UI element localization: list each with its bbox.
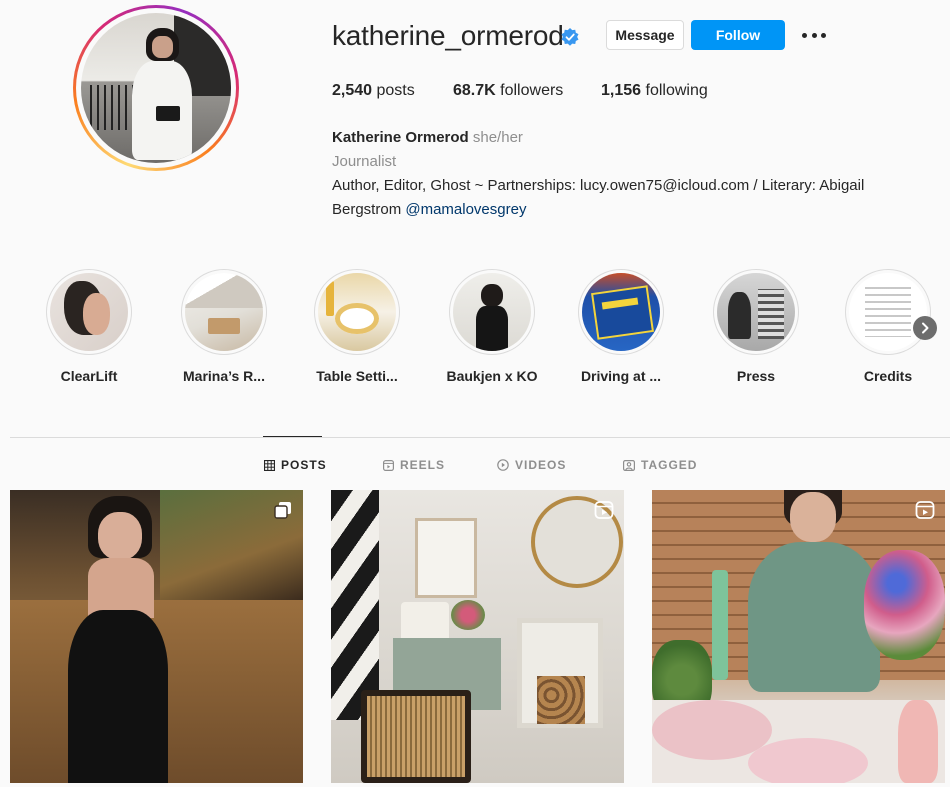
following-count: 1,156 xyxy=(601,82,642,99)
post-photo-logs xyxy=(537,676,585,724)
following-label: following xyxy=(645,82,708,99)
posts-stat: 2,540 posts xyxy=(332,82,415,100)
post-photo-body xyxy=(88,558,154,618)
post-photo-chair xyxy=(361,690,471,783)
bio-mention-link[interactable]: @mamalovesgrey xyxy=(405,201,526,218)
followers-count: 68.7K xyxy=(453,82,496,99)
post-photo-vase xyxy=(898,700,938,783)
profile-bio: Katherine Ormerod she/her Journalist Aut… xyxy=(332,126,932,222)
avatar-photo xyxy=(81,13,231,163)
post-photo-flowers xyxy=(451,600,485,630)
posts-count: 2,540 xyxy=(332,82,373,99)
posts-label: posts xyxy=(376,82,415,99)
followers-label: followers xyxy=(500,82,564,99)
highlight-press[interactable]: Press xyxy=(701,269,811,384)
post-photo-face xyxy=(98,512,142,560)
highlight-driving[interactable]: Driving at ... xyxy=(566,269,676,384)
more-options-icon[interactable] xyxy=(802,26,826,44)
highlight-cover xyxy=(185,273,263,351)
avatar-ring-gap xyxy=(76,8,236,168)
post-thumbnail[interactable] xyxy=(331,490,624,783)
highlight-label: Marina’s R... xyxy=(183,368,265,384)
post-photo-frame xyxy=(415,518,477,598)
reel-icon xyxy=(915,501,935,519)
highlight-cover-ring xyxy=(845,269,931,355)
post-thumbnail[interactable] xyxy=(10,490,303,783)
tab-label: REELS xyxy=(400,458,446,472)
highlight-cover-ring xyxy=(314,269,400,355)
more-dot xyxy=(821,32,826,38)
bio-text-block: Author, Editor, Ghost ~ Partnerships: lu… xyxy=(332,174,932,222)
highlight-cover xyxy=(849,273,927,351)
followers-stat[interactable]: 68.7K followers xyxy=(453,82,563,100)
highlight-cover xyxy=(582,273,660,351)
play-circle-icon xyxy=(497,459,509,471)
highlight-label: Credits xyxy=(863,368,913,384)
highlight-label: ClearLift xyxy=(60,368,118,384)
highlight-cover xyxy=(50,273,128,351)
more-dot xyxy=(802,32,807,38)
follow-button[interactable]: Follow xyxy=(691,20,785,50)
bio-pronouns: she/her xyxy=(472,129,523,146)
following-stat[interactable]: 1,156 following xyxy=(601,82,708,100)
highlight-label: Baukjen x KO xyxy=(446,368,538,384)
carousel-icon xyxy=(274,502,291,519)
highlight-clearlift[interactable]: ClearLift xyxy=(34,269,144,384)
active-tab-indicator xyxy=(263,436,322,437)
post-photo-plate xyxy=(748,738,868,783)
highlight-cover xyxy=(318,273,396,351)
highlight-cover-ring xyxy=(713,269,799,355)
more-dot xyxy=(811,32,817,38)
highlight-cover-ring xyxy=(578,269,664,355)
profile-username: katherine_ormerod xyxy=(332,20,564,51)
tag-icon xyxy=(623,459,635,471)
post-photo-bouquet xyxy=(864,550,945,660)
highlight-cover-ring xyxy=(46,269,132,355)
post-photo-face xyxy=(790,492,836,542)
avatar-photo-bag xyxy=(156,106,180,121)
tab-posts[interactable]: POSTS xyxy=(264,458,327,472)
tab-label: TAGGED xyxy=(641,458,698,472)
grid-icon xyxy=(264,459,275,471)
highlight-label: Table Setti... xyxy=(316,368,398,384)
post-photo-lamp xyxy=(401,602,449,638)
post-photo-candlestick xyxy=(712,570,728,680)
highlight-cover-ring xyxy=(181,269,267,355)
tabs-divider xyxy=(10,437,950,438)
avatar-photo-face xyxy=(151,35,173,58)
highlight-baukjen[interactable]: Baukjen x KO xyxy=(437,269,547,384)
chevron-right-icon xyxy=(922,322,929,334)
avatar-photo-railing xyxy=(90,85,135,130)
tab-tagged[interactable]: TAGGED xyxy=(623,458,697,472)
post-photo-artwork xyxy=(331,490,379,720)
highlight-label: Press xyxy=(736,368,776,384)
bio-full-name: Katherine Ormerod xyxy=(332,129,469,146)
bio-category: Journalist xyxy=(332,153,397,170)
highlight-marina[interactable]: Marina’s R... xyxy=(169,269,279,384)
bio-name-line: Katherine Ormerod she/her xyxy=(332,126,932,150)
tab-label: VIDEOS xyxy=(515,458,567,472)
highlight-table-setting[interactable]: Table Setti... xyxy=(302,269,412,384)
reels-icon xyxy=(383,459,394,471)
highlight-cover xyxy=(453,273,531,351)
highlights-next-button[interactable] xyxy=(913,316,937,340)
highlight-cover xyxy=(717,273,795,351)
post-photo-dress xyxy=(68,610,168,783)
tab-videos[interactable]: VIDEOS xyxy=(497,458,566,472)
message-button[interactable]: Message xyxy=(606,20,684,50)
profile-avatar[interactable] xyxy=(73,5,239,171)
post-thumbnail[interactable] xyxy=(652,490,945,783)
tab-label: POSTS xyxy=(281,458,327,472)
post-photo-top xyxy=(748,542,880,692)
verified-badge-icon xyxy=(561,28,579,46)
highlight-label: Driving at ... xyxy=(580,368,662,384)
tab-reels[interactable]: REELS xyxy=(383,458,445,472)
reel-icon xyxy=(594,501,614,519)
highlight-cover-ring xyxy=(449,269,535,355)
